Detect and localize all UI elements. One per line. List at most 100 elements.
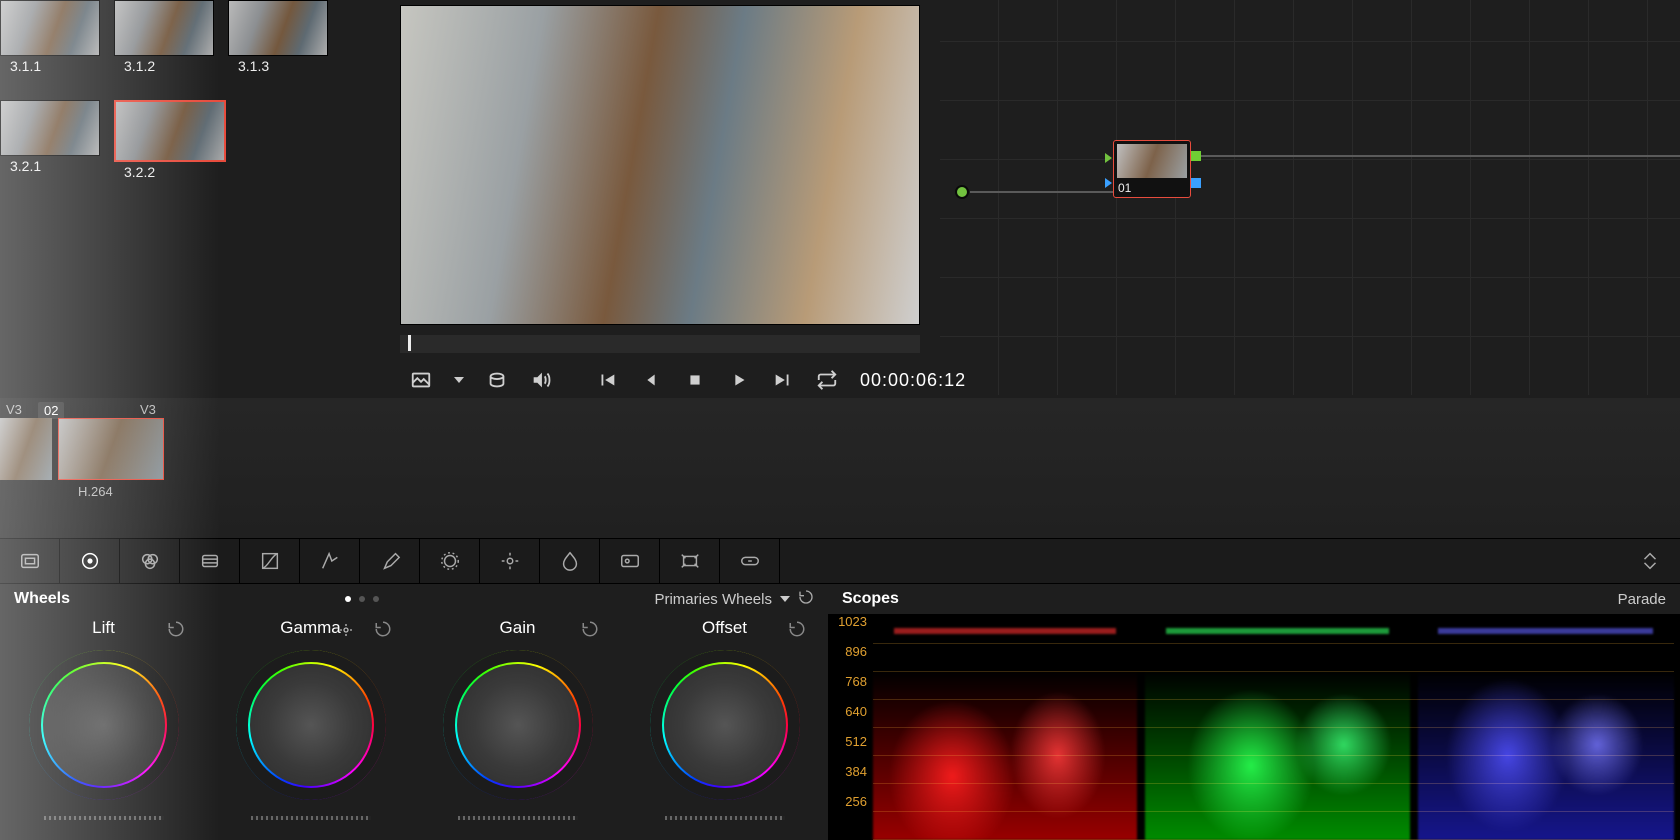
color-wheels-icon[interactable] xyxy=(60,538,120,584)
sizing-icon[interactable] xyxy=(660,538,720,584)
gallery-thumb-selected[interactable] xyxy=(114,100,226,162)
node-graph[interactable] xyxy=(940,0,1680,395)
gallery-thumb[interactable] xyxy=(0,0,100,56)
gallery-thumb-label: 3.1.1 xyxy=(10,58,41,74)
gallery-thumb-label: 3.1.2 xyxy=(124,58,155,74)
timeline-clip[interactable] xyxy=(0,418,52,480)
node-source-dot[interactable] xyxy=(955,185,969,199)
scope-tick: 256 xyxy=(845,794,867,809)
window-icon[interactable] xyxy=(420,538,480,584)
gain-master-jog[interactable] xyxy=(453,810,583,826)
gallery-thumb-label: 3.1.3 xyxy=(238,58,269,74)
gallery-thumb[interactable] xyxy=(228,0,328,56)
tracker-icon[interactable] xyxy=(480,538,540,584)
gain-color-wheel[interactable] xyxy=(443,650,593,800)
node-output-rgb-icon[interactable] xyxy=(1191,151,1201,161)
viewer-transport-bar: 00:00:06:12 xyxy=(400,360,920,400)
reset-icon[interactable] xyxy=(374,620,392,643)
gallery-thumb-label: 3.2.2 xyxy=(124,164,155,180)
node-label: 01 xyxy=(1118,181,1131,195)
node-connection xyxy=(1201,155,1680,157)
node-input-rgb-icon[interactable] xyxy=(1105,153,1112,163)
viewer-playhead[interactable] xyxy=(408,335,411,351)
prev-clip-icon[interactable] xyxy=(596,369,618,391)
wheels-mode-label[interactable]: Primaries Wheels xyxy=(654,591,772,608)
next-clip-icon[interactable] xyxy=(772,369,794,391)
wheel-label: Offset xyxy=(702,618,747,638)
expand-icon[interactable] xyxy=(1620,538,1680,584)
bypass-icon[interactable] xyxy=(486,369,508,391)
scopes-panel: 1023 896 768 640 512 384 256 xyxy=(828,614,1680,840)
node[interactable]: 01 xyxy=(1113,140,1191,198)
offset-master-jog[interactable] xyxy=(660,810,790,826)
timeline-track-label: V3 xyxy=(6,402,22,417)
lift-master-jog[interactable] xyxy=(39,810,169,826)
node-input-alpha-icon[interactable] xyxy=(1105,178,1112,188)
scope-axis: 1023 896 768 640 512 384 256 xyxy=(829,614,873,840)
node-connection xyxy=(970,191,1113,193)
rgb-mixer-icon[interactable] xyxy=(120,538,180,584)
gain-wheel-group: Gain xyxy=(414,614,621,840)
scopes-mode-label[interactable]: Parade xyxy=(1618,591,1666,608)
wheels-page-dots[interactable] xyxy=(345,596,379,602)
lift-color-wheel[interactable] xyxy=(29,650,179,800)
reset-icon[interactable] xyxy=(167,620,185,643)
gallery-thumb-label: 3.2.1 xyxy=(10,158,41,174)
blur-icon[interactable] xyxy=(540,538,600,584)
wheel-label: Gain xyxy=(500,618,536,638)
palette-toolbar xyxy=(0,538,1680,584)
parade-red-channel xyxy=(873,628,1137,840)
picker-icon[interactable] xyxy=(338,622,354,643)
gallery-thumb[interactable] xyxy=(114,0,214,56)
timeline-track-label: V3 xyxy=(140,402,156,417)
stop-icon[interactable] xyxy=(684,369,706,391)
chevron-down-icon[interactable] xyxy=(454,377,464,383)
offset-wheel-group: Offset xyxy=(621,614,828,840)
wheels-title: Wheels xyxy=(14,590,70,608)
scope-tick: 384 xyxy=(845,764,867,779)
scope-tick: 640 xyxy=(845,704,867,719)
reset-all-icon[interactable] xyxy=(798,589,814,609)
parade-scope[interactable] xyxy=(873,618,1674,840)
gamma-master-jog[interactable] xyxy=(246,810,376,826)
wheel-label: Lift xyxy=(92,618,115,638)
loop-icon[interactable] xyxy=(816,369,838,391)
lift-wheel-group: Lift xyxy=(0,614,207,840)
motion-effects-icon[interactable] xyxy=(180,538,240,584)
reset-icon[interactable] xyxy=(788,620,806,643)
play-icon[interactable] xyxy=(728,369,750,391)
scopes-title: Scopes xyxy=(842,590,899,608)
curves-icon[interactable] xyxy=(240,538,300,584)
scope-tick: 896 xyxy=(845,644,867,659)
viewer-scrubber[interactable] xyxy=(400,335,920,353)
camera-raw-icon[interactable] xyxy=(0,538,60,584)
timeline-thumbnails xyxy=(0,398,1680,538)
image-mode-icon[interactable] xyxy=(410,369,432,391)
wheel-label: Gamma xyxy=(280,618,340,638)
step-back-icon[interactable] xyxy=(640,369,662,391)
timeline-clip-selected[interactable] xyxy=(58,418,164,480)
scope-tick: 1023 xyxy=(838,614,867,629)
scope-tick: 512 xyxy=(845,734,867,749)
wheels-panel-header: Wheels Primaries Wheels xyxy=(0,584,828,614)
gamma-wheel-group: Gamma xyxy=(207,614,414,840)
chevron-down-icon[interactable] xyxy=(780,596,790,602)
timeline-clip-codec: H.264 xyxy=(78,484,113,499)
volume-icon[interactable] xyxy=(530,369,552,391)
qualifier-icon[interactable] xyxy=(360,538,420,584)
node-thumbnail xyxy=(1117,144,1187,178)
gamma-color-wheel[interactable] xyxy=(236,650,386,800)
parade-blue-channel xyxy=(1418,628,1674,840)
timeline-clip-number[interactable]: 02 xyxy=(38,402,64,419)
color-warper-icon[interactable] xyxy=(300,538,360,584)
offset-color-wheel[interactable] xyxy=(650,650,800,800)
scope-tick: 768 xyxy=(845,674,867,689)
parade-green-channel xyxy=(1145,628,1409,840)
viewer-preview[interactable] xyxy=(400,5,920,325)
stereo-3d-icon[interactable] xyxy=(720,538,780,584)
key-icon[interactable] xyxy=(600,538,660,584)
reset-icon[interactable] xyxy=(581,620,599,643)
gallery-thumb[interactable] xyxy=(0,100,100,156)
node-output-alpha-icon[interactable] xyxy=(1191,178,1201,188)
scopes-panel-header: Scopes Parade xyxy=(828,584,1680,614)
